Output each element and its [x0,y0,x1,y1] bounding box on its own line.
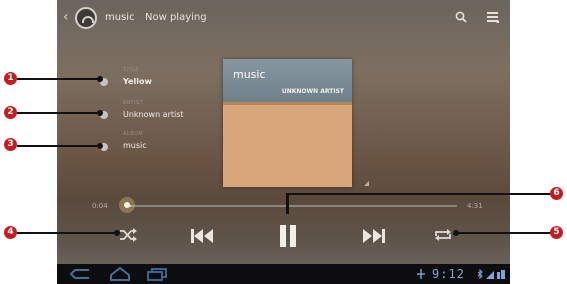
total-duration: 4:31 [467,202,483,210]
callout-4-line [17,230,120,236]
search-icon[interactable] [455,11,467,23]
track-title: Yellow [123,77,152,86]
callout-6-pointer [286,193,289,214]
callout-4: 4 [4,226,17,239]
callout-3-line [17,143,103,149]
progress-bar[interactable] [126,205,457,207]
app-title: music [105,12,135,23]
callout-5-line [453,230,550,236]
action-bar: ‹ music Now playing [57,0,510,36]
pause-icon[interactable] [275,223,301,249]
next-icon[interactable] [360,228,386,244]
track-album: music [123,141,147,150]
album-art[interactable]: music UNKNOWN ARTIST [223,59,352,187]
back-chevron-icon[interactable]: ‹ [63,9,69,25]
music-player-screen: ‹ music Now playing TITLE Yellow ARTIST … [57,0,510,284]
now-playing-tab[interactable]: Now playing [145,12,207,23]
album-art-corner-icon [364,181,369,186]
elapsed-time: 0:04 [92,202,108,210]
status-clock: 9:12 [432,267,465,281]
headphones-app-icon[interactable] [75,7,97,29]
album-label: ALBUM [123,131,144,137]
artist-label: ARTIST [123,100,144,106]
nav-back-icon[interactable] [69,268,91,280]
nav-home-icon[interactable] [109,267,131,281]
bluetooth-icon [477,269,483,279]
callout-1-line [17,76,103,82]
battery-icon [501,270,505,279]
album-art-artist: UNKNOWN ARTIST [281,88,344,95]
signal-icon [486,270,505,279]
title-label: TITLE [123,67,140,73]
progress-thumb[interactable] [119,197,135,213]
album-art-title: music [233,68,266,81]
annotated-screenshot: ‹ music Now playing TITLE Yellow ARTIST … [0,0,567,284]
repeat-icon[interactable] [433,227,453,243]
track-artist: Unknown artist [123,110,184,119]
callout-2: 2 [4,106,17,119]
overflow-menu-icon[interactable] [487,12,499,23]
shuffle-icon[interactable] [119,227,137,243]
usb-icon [417,269,425,279]
album-art-header: music UNKNOWN ARTIST [223,59,352,105]
previous-icon[interactable] [190,228,216,244]
callout-3: 3 [4,138,17,151]
callout-5: 5 [550,226,563,239]
callout-2-line [17,110,103,116]
callout-6: 6 [550,187,563,200]
callout-6-line [287,193,552,195]
callout-1: 1 [4,72,17,85]
nav-recent-apps-icon[interactable] [147,268,167,281]
system-bar: 9:12 [57,264,510,284]
